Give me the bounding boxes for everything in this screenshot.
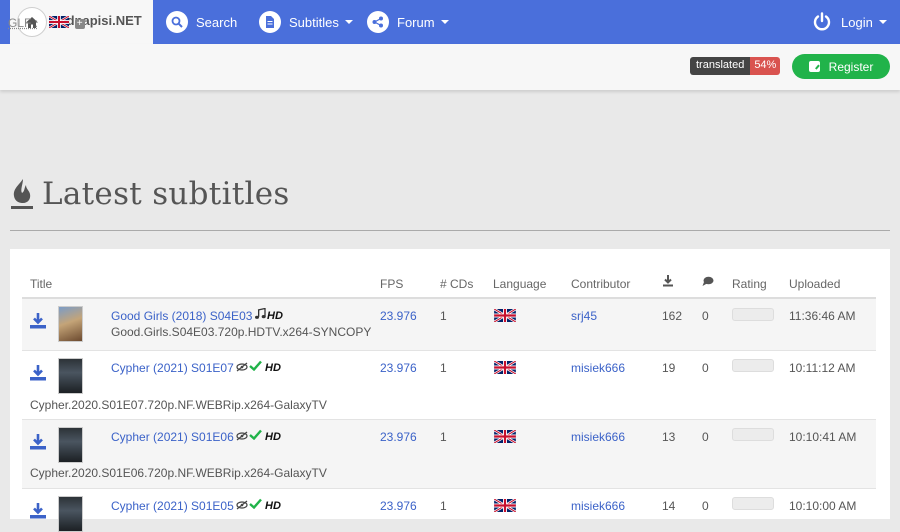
- download-icon[interactable]: [30, 313, 46, 329]
- nav-forum[interactable]: Forum: [367, 0, 449, 44]
- glf-language-filter: GLF : +: [8, 15, 85, 31]
- contributor-link[interactable]: misiek666: [571, 430, 625, 444]
- download-icon[interactable]: [30, 365, 46, 381]
- nav-login[interactable]: Login: [812, 0, 887, 44]
- download-count: 13: [662, 430, 676, 444]
- rating-bar: [732, 497, 774, 510]
- comment-icon[interactable]: [702, 276, 714, 290]
- fps-value: 23.976: [380, 309, 417, 323]
- nav-search[interactable]: Search: [166, 0, 237, 44]
- poster-thumbnail[interactable]: [58, 427, 83, 463]
- hearing-impaired-icon: [236, 500, 248, 513]
- fps-value: 23.976: [380, 361, 417, 375]
- column-header-title[interactable]: Title: [30, 277, 52, 291]
- uk-flag-icon: [493, 428, 517, 446]
- column-header-uploaded[interactable]: Uploaded: [789, 277, 840, 291]
- hd-badge: HD: [265, 500, 281, 512]
- release-name: Cypher.2020.S01E07.720p.NF.WEBRip.x264-G…: [30, 398, 327, 412]
- music-icon: [254, 307, 266, 323]
- column-header-rating[interactable]: Rating: [732, 277, 767, 291]
- check-icon: [249, 360, 262, 374]
- row-divider: [22, 488, 876, 489]
- poster-thumbnail[interactable]: [58, 306, 83, 342]
- nav-forum-label: Forum: [397, 14, 435, 30]
- hearing-impaired-icon: [236, 431, 248, 444]
- check-icon: [249, 429, 262, 443]
- page-title: Latest subtitles: [42, 176, 290, 212]
- register-label: Register: [828, 59, 874, 74]
- row-divider: [22, 350, 876, 351]
- hearing-impaired-icon: [236, 362, 248, 375]
- cds-value: 1: [440, 361, 447, 375]
- contributor-link[interactable]: misiek666: [571, 361, 625, 375]
- register-button[interactable]: Register: [792, 54, 890, 79]
- top-navbar: Podnapisi.NET Search Subtitles Forum Log…: [0, 0, 900, 44]
- translated-label: translated: [690, 57, 751, 75]
- translated-percent: 54%: [750, 57, 781, 75]
- chevron-down-icon: [878, 20, 887, 24]
- uk-flag-icon: [493, 497, 517, 515]
- uk-flag-icon: [493, 307, 517, 325]
- chevron-down-icon: [440, 20, 449, 24]
- title-divider: [10, 230, 890, 231]
- document-icon: [259, 11, 281, 33]
- uploaded-time: 10:10:41 AM: [789, 430, 857, 444]
- search-icon: [166, 11, 188, 33]
- rating-bar: [732, 359, 774, 372]
- subtitle-title-link[interactable]: Cypher (2021) S01E06: [111, 430, 234, 444]
- rating-bar: [732, 308, 774, 321]
- comment-count: 0: [702, 430, 709, 444]
- release-name: Cypher.2020.S01E06.720p.NF.WEBRip.x264-G…: [30, 466, 327, 480]
- cds-value: 1: [440, 309, 447, 323]
- uploaded-time: 10:11:12 AM: [789, 361, 856, 375]
- subtitle-title-link[interactable]: Good Girls (2018) S04E03: [111, 309, 252, 323]
- column-header-language[interactable]: Language: [493, 277, 546, 291]
- poster-thumbnail[interactable]: [58, 358, 83, 394]
- power-icon: [812, 12, 832, 32]
- nav-search-label: Search: [196, 14, 238, 30]
- cds-value: 1: [440, 430, 447, 444]
- fps-value: 23.976: [380, 430, 417, 444]
- share-icon: [367, 11, 389, 33]
- column-header-cds[interactable]: # CDs: [440, 277, 473, 291]
- glf-label: GLF :: [8, 16, 39, 30]
- hd-badge: HD: [265, 362, 281, 374]
- column-header-fps[interactable]: FPS: [380, 277, 403, 291]
- uk-flag-icon: [493, 359, 517, 377]
- hd-badge: HD: [265, 431, 281, 443]
- comment-count: 0: [702, 361, 709, 375]
- nav-login-label: Login: [841, 14, 873, 30]
- chevron-down-icon: [344, 20, 353, 24]
- rating-bar: [732, 428, 774, 441]
- nav-subtitles[interactable]: Subtitles: [259, 0, 353, 44]
- release-name: Good.Girls.S04E03.720p.HDTV.x264-SYNCOPY: [111, 325, 372, 339]
- flame-icon: [10, 177, 34, 211]
- translated-badge: translated 54%: [690, 57, 781, 75]
- download-count: 162: [662, 309, 683, 323]
- uploaded-time: 11:36:46 AM: [789, 309, 856, 323]
- download-count: 19: [662, 361, 676, 375]
- comment-count: 0: [702, 309, 709, 323]
- download-icon[interactable]: [662, 275, 674, 290]
- check-icon: [249, 498, 262, 512]
- download-icon[interactable]: [30, 434, 46, 450]
- poster-thumbnail[interactable]: [58, 496, 83, 532]
- subtitle-title-link[interactable]: Cypher (2021) S01E07: [111, 361, 234, 375]
- column-header-contributor[interactable]: Contributor: [571, 277, 630, 291]
- hd-badge: HD: [267, 310, 283, 322]
- edit-icon: [808, 61, 820, 72]
- add-language-icon[interactable]: +: [74, 18, 85, 29]
- download-icon[interactable]: [30, 503, 46, 519]
- contributor-link[interactable]: srj45: [571, 309, 597, 323]
- nav-subtitles-label: Subtitles: [289, 14, 339, 30]
- page-heading: Latest subtitles: [10, 174, 290, 214]
- uk-flag-icon[interactable]: [48, 15, 70, 31]
